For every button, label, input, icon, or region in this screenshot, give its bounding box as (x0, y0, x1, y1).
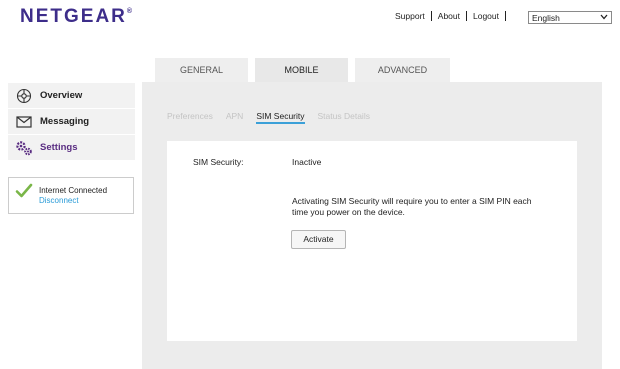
connection-status-box: Internet Connected Disconnect (8, 177, 134, 214)
header-links: Support About Logout (389, 11, 506, 21)
connection-status-text: Internet Connected (39, 186, 108, 195)
disconnect-link[interactable]: Disconnect (39, 196, 79, 205)
subtab-apn[interactable]: APN (226, 111, 243, 124)
link-divider (505, 11, 506, 21)
chevron-down-icon (600, 14, 608, 22)
about-link[interactable]: About (432, 11, 466, 21)
registered-mark: ® (126, 8, 133, 15)
main-tabs: GENERAL MOBILE ADVANCED (155, 58, 457, 82)
tab-mobile[interactable]: MOBILE (255, 58, 348, 82)
tab-general[interactable]: GENERAL (155, 58, 248, 82)
sidebar-item-label: Messaging (40, 116, 90, 127)
network-icon (8, 88, 40, 104)
language-select[interactable]: English (528, 11, 612, 24)
logout-link[interactable]: Logout (467, 11, 505, 21)
sidebar-nav: Overview Messaging Settings (8, 83, 135, 161)
subtab-sim-security[interactable]: SIM Security (256, 111, 305, 124)
sim-security-value: Inactive (292, 157, 322, 167)
tab-advanced[interactable]: ADVANCED (355, 58, 450, 82)
sidebar-item-messaging[interactable]: Messaging (8, 109, 135, 135)
sidebar-item-label: Overview (40, 90, 83, 101)
sidebar-item-settings[interactable]: Settings (8, 135, 135, 161)
checkmark-icon (15, 183, 33, 204)
sim-security-card (167, 141, 577, 341)
sidebar-item-overview[interactable]: Overview (8, 83, 135, 109)
sim-security-label: SIM Security: (193, 157, 244, 167)
brand-name: NETGEAR (20, 6, 127, 27)
envelope-icon (8, 115, 40, 128)
subtab-status-details[interactable]: Status Details (318, 111, 370, 124)
netgear-logo: NETGEAR® (20, 6, 132, 28)
sidebar-item-label: Settings (40, 142, 78, 153)
sim-security-description: Activating SIM Security will require you… (292, 196, 532, 217)
activate-button[interactable]: Activate (291, 230, 346, 249)
gears-icon (8, 140, 40, 156)
subtabs: Preferences APN SIM Security Status Deta… (167, 111, 383, 124)
language-value: English (532, 12, 560, 23)
subtab-preferences[interactable]: Preferences (167, 111, 213, 124)
support-link[interactable]: Support (389, 11, 431, 21)
